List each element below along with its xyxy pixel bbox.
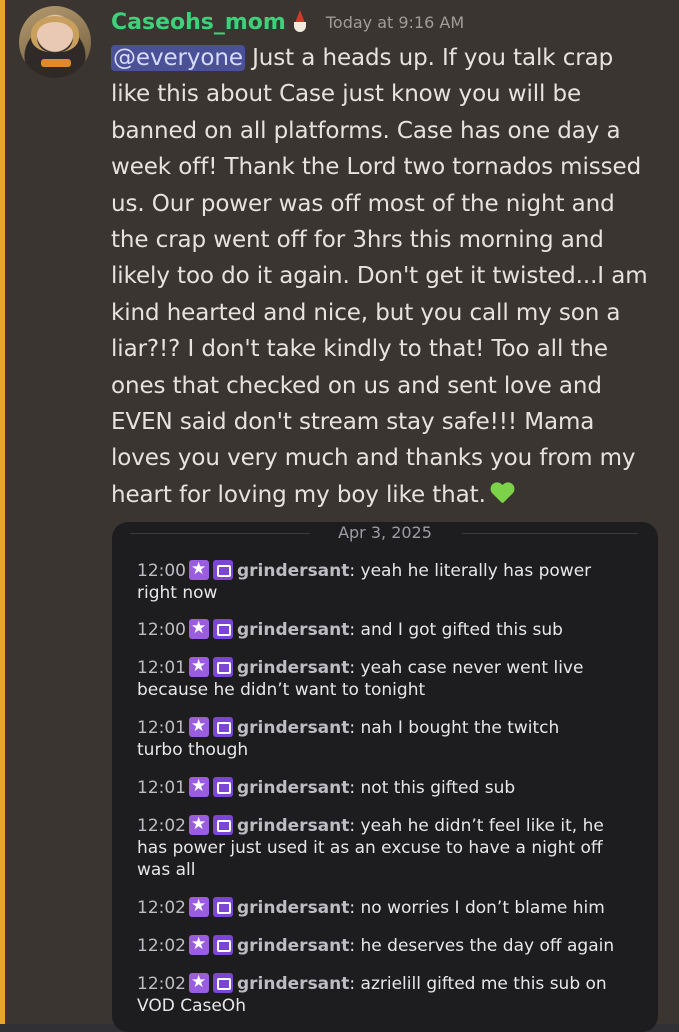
star-badge-icon [189, 558, 209, 580]
avatar-hair [31, 16, 79, 52]
highlight-accent-bar [0, 0, 5, 1024]
chat-username: grindersant [237, 974, 350, 994]
chat-text: : yeah he didn’t feel like it, he [349, 816, 604, 836]
chat-message: 12:00 grindersant: yeah he literally has … [137, 558, 637, 604]
message-line: Just a heads up. If you talk crap [244, 45, 614, 71]
chat-text: : yeah he literally has power [349, 561, 592, 581]
chat-username: grindersant [237, 816, 350, 836]
chat-message: 12:02 grindersant: he deserves the day of… [137, 933, 637, 957]
chat-time: 12:01 [137, 658, 186, 678]
gnome-icon [292, 10, 308, 34]
turbo-badge-icon [213, 657, 233, 677]
turbo-badge-icon [213, 619, 233, 639]
chat-time: 12:00 [137, 620, 186, 640]
chat-username: grindersant [237, 778, 350, 798]
chat-time: 12:02 [137, 816, 186, 836]
chat-message: 12:01 grindersant: yeah case never went l… [137, 655, 637, 701]
date-label: Apr 3, 2025 [338, 523, 432, 542]
everyone-mention[interactable]: @everyone [111, 45, 245, 71]
chat-text-wrap: has power just used it as an excuse to h… [137, 838, 603, 858]
chat-text: : azrielill gifted me this sub on [349, 974, 607, 994]
star-badge-icon [189, 715, 209, 737]
message-body: @everyone Just a heads up. If you talk c… [111, 40, 663, 513]
star-badge-icon [189, 617, 209, 639]
chat-username: grindersant [237, 936, 350, 956]
message-post: Caseohs_mom Today at 9:16 AM @everyone J… [0, 0, 679, 1032]
chat-message: 12:02 grindersant: azrielill gifted me th… [137, 971, 637, 1017]
star-badge-icon [189, 655, 209, 677]
chat-message: 12:01 grindersant: nah I bought the twitc… [137, 715, 637, 761]
chat-time: 12:02 [137, 974, 186, 994]
message-line: liar?!? I don't take kindly to that! Too… [111, 336, 608, 363]
chat-time: 12:01 [137, 778, 186, 798]
chat-text: : he deserves the day off again [349, 936, 615, 956]
chat-message: 12:02 grindersant: yeah he didn’t feel li… [137, 813, 637, 881]
chat-message: 12:01 grindersant: not this gifted sub [137, 775, 637, 799]
star-badge-icon [189, 971, 209, 993]
message-line: the crap went off for 3hrs this morning … [111, 227, 604, 254]
timestamp: Today at 9:16 AM [325, 12, 465, 32]
chat-text-wrap: because he didn’t want to tonight [137, 680, 426, 700]
chat-text-wrap: turbo though [137, 740, 249, 760]
chat-username: grindersant [237, 898, 350, 918]
turbo-badge-icon [213, 897, 233, 917]
star-badge-icon [189, 933, 209, 955]
chat-time: 12:01 [137, 718, 186, 738]
message-line: ones that checked on us and sent love an… [111, 372, 602, 399]
turbo-badge-icon [213, 973, 233, 993]
message-line: week off! Thank the Lord two tornados mi… [111, 154, 642, 181]
message-line: heart for loving my boy like that. [111, 481, 486, 508]
turbo-badge-icon [213, 935, 233, 955]
chat-text-wrap: right now [137, 583, 218, 603]
message-line: like this about Case just know you will … [111, 81, 582, 108]
star-badge-icon [189, 813, 209, 835]
chat-text: : not this gifted sub [349, 778, 516, 798]
avatar-shirt-logo [41, 59, 71, 67]
chat-text: : no worries I don’t blame him [349, 898, 605, 918]
turbo-badge-icon [213, 777, 233, 797]
star-badge-icon [189, 775, 209, 797]
chat-time: 12:02 [137, 936, 186, 956]
chat-time: 12:00 [137, 561, 186, 581]
chat-text: : and I got gifted this sub [349, 620, 563, 640]
avatar[interactable] [19, 6, 91, 78]
chat-username: grindersant [237, 658, 350, 678]
message-line: banned on all platforms. Case has one da… [111, 117, 621, 144]
date-divider: Apr 3, 2025 [112, 522, 658, 544]
message-line: EVEN said don't stream stay safe!!! Mama [111, 409, 595, 436]
message-line: likely too do it again. Don't get it twi… [111, 263, 648, 290]
chat-text: : nah I bought the twitch [349, 718, 560, 738]
chat-time: 12:02 [137, 898, 186, 918]
chat-username: grindersant [237, 718, 350, 738]
turbo-badge-icon [213, 560, 233, 580]
chat-message: 12:00 grindersant: and I got gifted this … [137, 617, 637, 641]
chat-text: : yeah case never went live [349, 658, 584, 678]
chat-message: 12:02 grindersant: no worries I don’t bla… [137, 895, 637, 919]
star-badge-icon [189, 895, 209, 917]
message-header: Caseohs_mom Today at 9:16 AM [111, 6, 464, 38]
message-line: loves you very much and thanks you from … [111, 445, 636, 472]
username[interactable]: Caseohs_mom [111, 10, 286, 35]
turbo-badge-icon [213, 815, 233, 835]
green-heart-icon [490, 483, 514, 505]
chat-text-wrap: was all [137, 860, 196, 880]
message-line: us. Our power was off most of the night … [111, 190, 615, 217]
chat-screenshot-embed[interactable]: Apr 3, 2025 12:00grindersant: yeah he li… [112, 522, 658, 1032]
turbo-badge-icon [213, 717, 233, 737]
chat-username: grindersant [237, 620, 350, 640]
message-line: kind hearted and nice, but you call my s… [111, 299, 621, 326]
chat-text-wrap: VOD CaseOh [137, 996, 246, 1016]
chat-username: grindersant [237, 561, 350, 581]
